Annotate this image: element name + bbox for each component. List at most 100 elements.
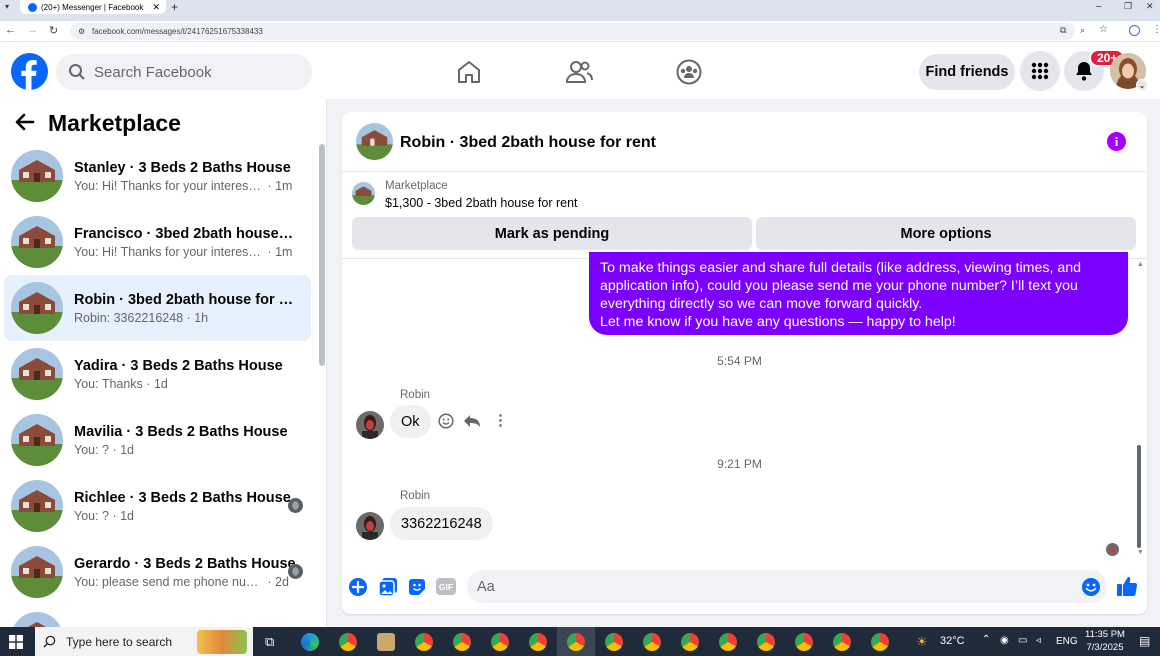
scroll-up-icon[interactable]: ▲ [1137, 261, 1144, 268]
network-icon[interactable]: ▭ [1018, 635, 1027, 646]
chrome-icon[interactable] [529, 633, 547, 651]
weather-temp[interactable]: 32°C [940, 635, 965, 647]
restore-window-icon[interactable]: ❐ [1124, 1, 1132, 12]
conversation-item[interactable]: Neecole · 3bed 2bath house fo... [4, 605, 311, 627]
chat-avatar[interactable] [356, 123, 393, 160]
conversation-item[interactable]: Mavilia · 3 Beds 2 Baths House You: ? · 1… [4, 407, 311, 473]
mark-as-pending-button[interactable]: Mark as pending [352, 217, 752, 250]
facebook-logo-icon[interactable] [11, 53, 48, 90]
chrome-icon[interactable] [757, 633, 775, 651]
taskbar-search-placeholder: Type here to search [66, 634, 173, 649]
home-icon[interactable] [456, 60, 482, 84]
add-actions-icon[interactable] [348, 577, 368, 597]
gallery-icon[interactable] [378, 577, 398, 597]
conversation-item[interactable]: Robin · 3bed 2bath house for rent Robin: … [4, 275, 311, 341]
preview-separator: · [109, 442, 121, 457]
profile-icon[interactable] [1129, 25, 1140, 36]
sidebar-scrollbar[interactable] [319, 144, 325, 366]
react-icon[interactable] [438, 413, 454, 429]
reload-icon[interactable]: ↻ [49, 24, 58, 37]
tab-close-icon[interactable]: ✕ [152, 2, 160, 13]
app-icon[interactable] [377, 633, 395, 651]
zoom-icon[interactable]: ⌕ [1080, 25, 1085, 36]
taskbar-search-input[interactable]: Type here to search [35, 627, 253, 656]
url-text: facebook.com/messages/t/2417625167533843… [92, 27, 263, 36]
conversation-time: 1h [194, 310, 209, 325]
chrome-icon[interactable] [567, 633, 585, 651]
clock-date[interactable]: 7/3/2025 [1084, 642, 1126, 653]
chrome-icon[interactable] [719, 633, 737, 651]
clock-time[interactable]: 11:35 PM [1084, 629, 1126, 640]
chrome-icon[interactable] [415, 633, 433, 651]
forward-arrow-icon[interactable]: → [27, 24, 38, 36]
scroll-down-icon[interactable]: ▼ [1137, 549, 1144, 556]
sidebar-title: Marketplace [48, 110, 181, 136]
sent-message-bubble[interactable]: To make things easier and share full det… [589, 252, 1128, 335]
conversation-item[interactable]: Gerardo · 3 Beds 2 Baths House You: pleas… [4, 539, 311, 605]
friends-icon[interactable] [565, 60, 593, 84]
reply-icon[interactable] [463, 413, 481, 429]
volume-icon[interactable]: ◃ [1036, 635, 1041, 646]
back-arrow-icon[interactable] [14, 111, 36, 133]
chrome-icon[interactable] [871, 633, 889, 651]
weather-icon[interactable]: ☀ [916, 634, 928, 650]
chrome-icon[interactable] [681, 633, 699, 651]
emoji-icon[interactable] [1081, 577, 1101, 597]
bookmark-star-icon[interactable]: ☆ [1099, 24, 1108, 35]
facebook-header: Search Facebook Find friends 20+ ⌄ [0, 43, 1160, 99]
listing-title[interactable]: $1,300 - 3bed 2bath house for rent [385, 196, 578, 210]
more-options-button[interactable]: More options [756, 217, 1136, 250]
conversation-time: 1d [120, 442, 135, 457]
info-icon[interactable]: i [1107, 132, 1126, 151]
tray-app-icon[interactable]: ◉ [1000, 635, 1009, 646]
tray-chevron-icon[interactable]: ⌃ [982, 634, 990, 645]
conversation-item[interactable]: Francisco · 3bed 2bath house for ... You:… [4, 209, 311, 275]
browser-tab[interactable]: (20+) Messenger | Facebook ✕ [20, 0, 166, 14]
language-indicator[interactable]: ENG [1056, 636, 1078, 647]
received-message-bubble[interactable]: Ok [390, 405, 431, 438]
sender-avatar[interactable] [356, 512, 384, 540]
received-message-bubble[interactable]: 3362216248 [390, 507, 493, 540]
site-settings-icon[interactable]: ⚙ [78, 23, 85, 40]
conversation-avatar [11, 414, 63, 466]
chrome-icon[interactable] [605, 633, 623, 651]
tab-list-chevron-icon[interactable]: ▾ [5, 2, 9, 11]
groups-icon[interactable] [676, 59, 702, 85]
url-field[interactable]: ⚙ facebook.com/messages/t/24176251675338… [70, 23, 1075, 40]
menu-grid-button[interactable] [1020, 51, 1060, 91]
search-input[interactable]: Search Facebook [56, 54, 312, 90]
conversation-preview: You: Hi! Thanks for your interest in t..… [74, 178, 264, 193]
sender-avatar[interactable] [356, 411, 384, 439]
preview-separator: · [264, 244, 276, 259]
chrome-icon[interactable] [833, 633, 851, 651]
conversation-name: Mavilia · 3 Beds 2 Baths House [74, 423, 288, 440]
chrome-icon[interactable] [453, 633, 471, 651]
edge-browser-icon[interactable] [301, 633, 319, 651]
conversation-item[interactable]: Richlee · 3 Beds 2 Baths House You: ? · 1… [4, 473, 311, 539]
browser-menu-icon[interactable]: ⋮ [1152, 24, 1160, 35]
install-app-icon[interactable]: ⧉ [1060, 25, 1066, 36]
message-input[interactable]: Aa [467, 570, 1107, 603]
listing-thumbnail[interactable] [352, 182, 375, 205]
more-actions-icon[interactable]: ⋮ [493, 413, 508, 429]
conversation-item[interactable]: Yadira · 3 Beds 2 Baths House You: Thanks… [4, 341, 311, 407]
minimize-window-icon[interactable]: – [1096, 1, 1102, 12]
close-window-icon[interactable]: ✕ [1146, 1, 1154, 12]
conversation-item[interactable]: Stanley · 3 Beds 2 Baths House You: Hi! T… [4, 143, 311, 209]
back-arrow-icon[interactable]: ← [5, 24, 16, 36]
chrome-icon[interactable] [795, 633, 813, 651]
task-view-icon[interactable]: ⧉ [265, 634, 274, 650]
chat-scrollbar[interactable] [1137, 445, 1141, 548]
chrome-icon[interactable] [491, 633, 509, 651]
windows-start-icon[interactable] [9, 635, 23, 649]
gif-icon[interactable]: GIF [436, 578, 456, 595]
account-chevron-icon[interactable]: ⌄ [1136, 79, 1148, 91]
sticker-icon[interactable] [407, 577, 427, 597]
new-tab-button[interactable]: + [171, 0, 178, 14]
notification-center-icon[interactable]: ▤ [1139, 634, 1150, 648]
find-friends-button[interactable]: Find friends [919, 54, 1015, 90]
like-thumbs-up-icon[interactable] [1116, 575, 1138, 597]
conversation-name: Robin · 3bed 2bath house for rent [74, 291, 296, 308]
chrome-icon[interactable] [339, 633, 357, 651]
chrome-icon[interactable] [643, 633, 661, 651]
